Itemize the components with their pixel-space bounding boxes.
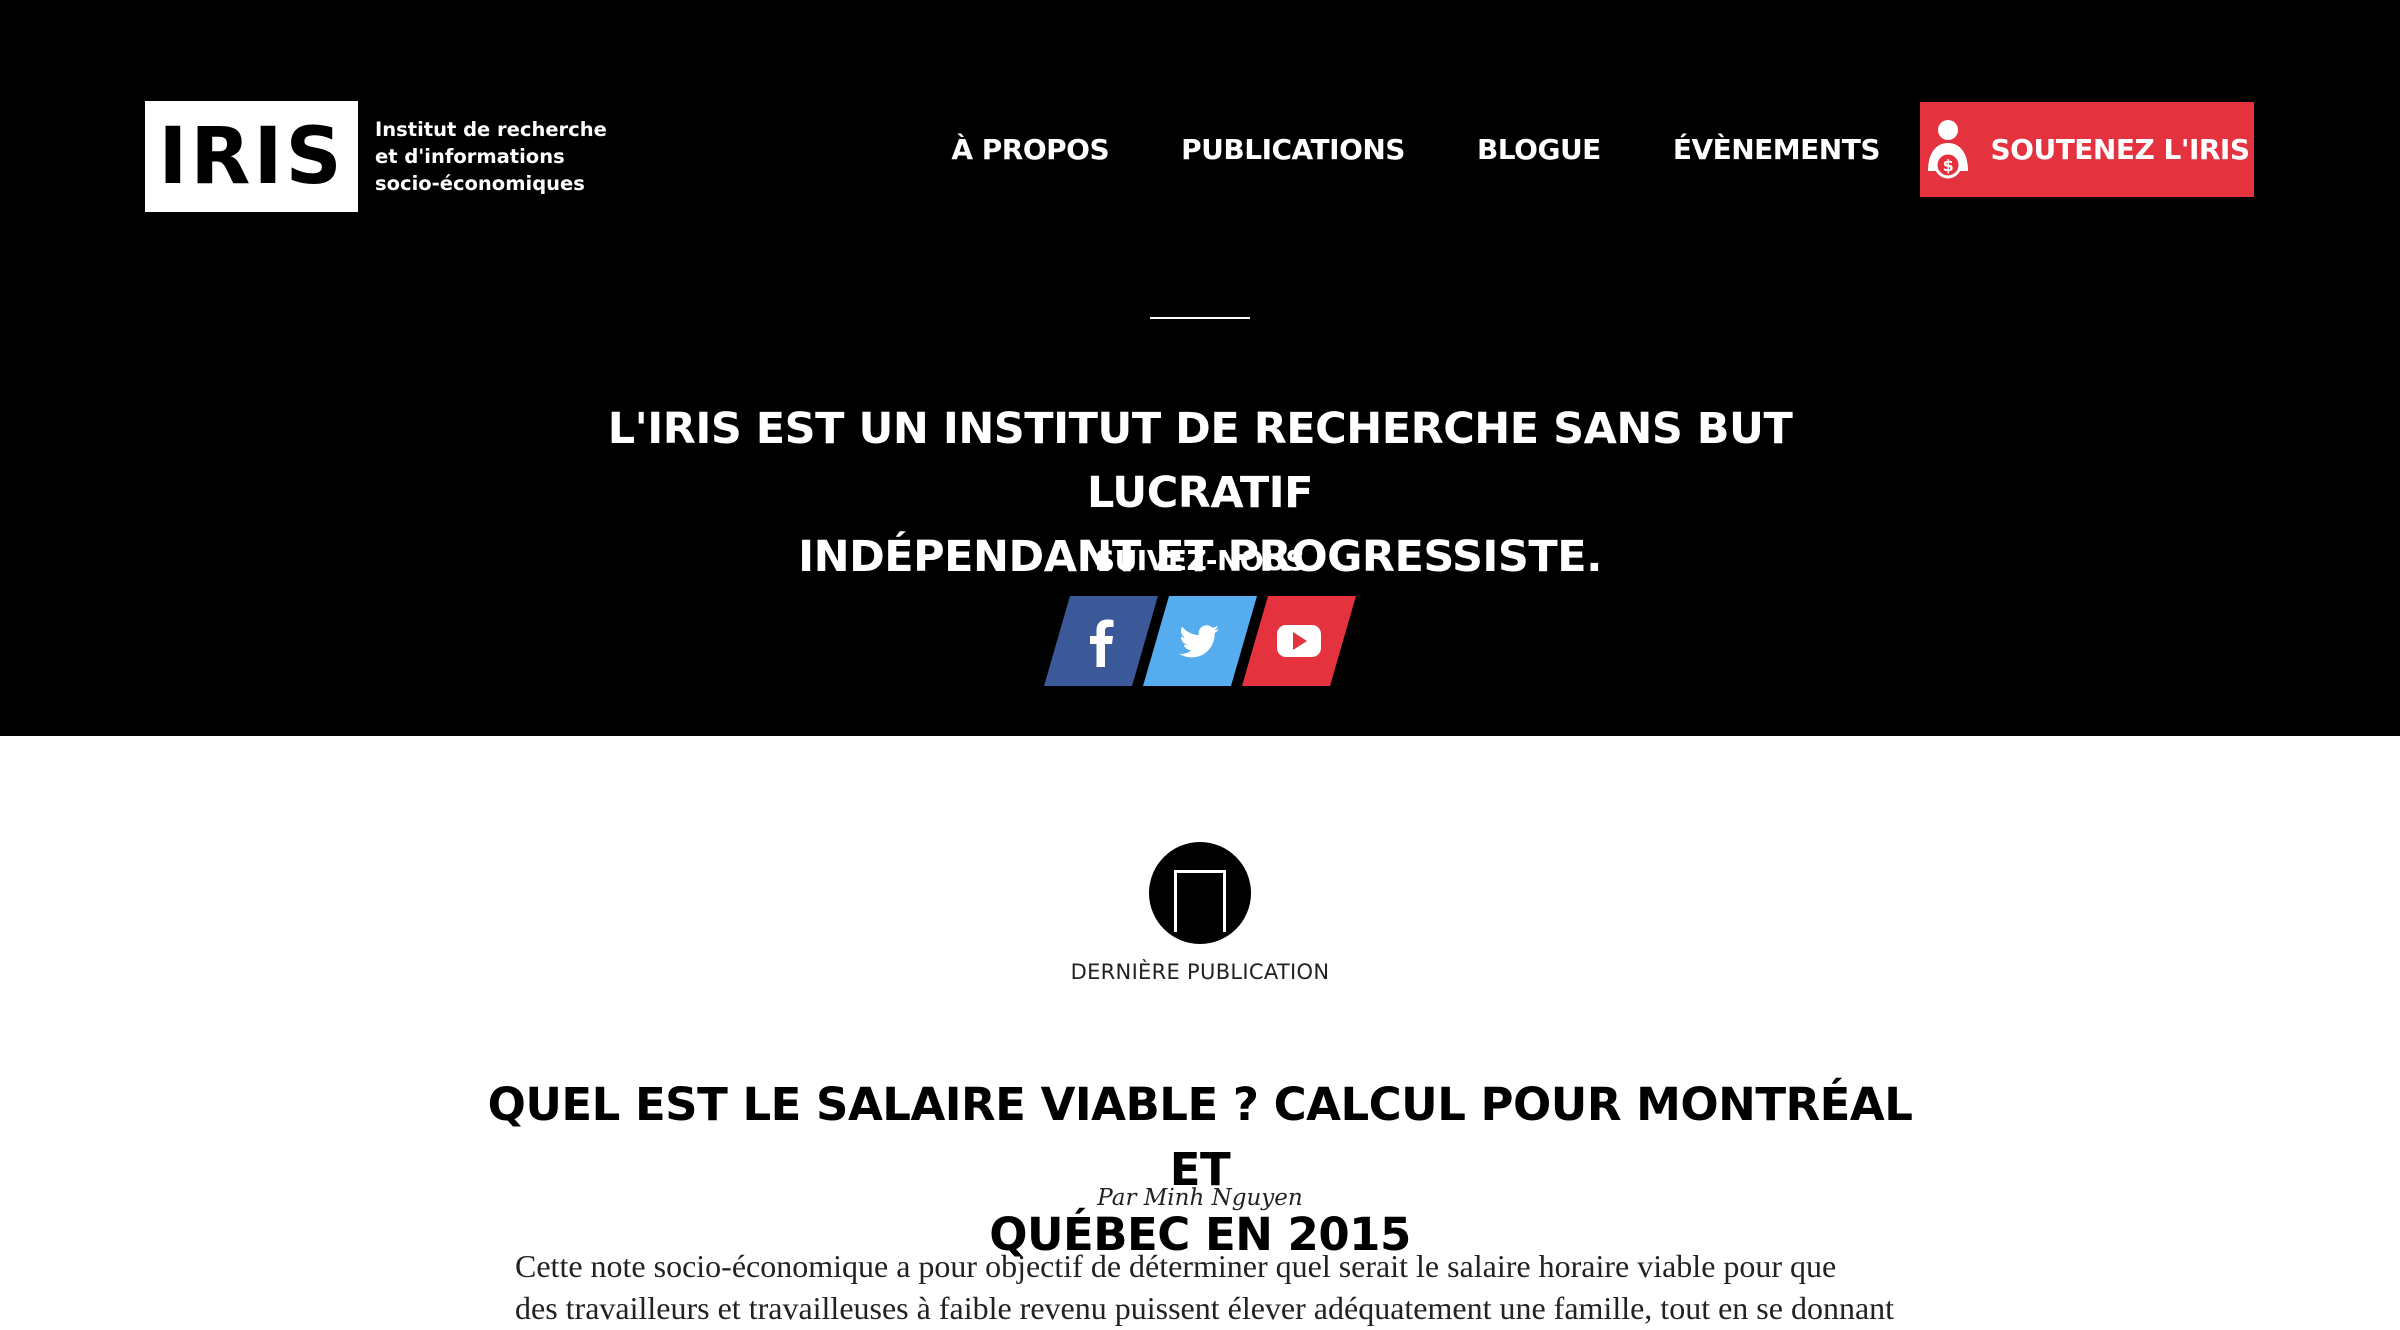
publication-excerpt: Cette note socio-économique a pour objec… bbox=[515, 1245, 1905, 1329]
excerpt-line: Cette note socio-économique a pour objec… bbox=[515, 1248, 1837, 1284]
main-nav: À PROPOS PUBLICATIONS BLOGUE ÉVÈNEMENTS … bbox=[951, 102, 2254, 197]
publication-title-line: QUEL EST LE SALAIRE VIABLE ? CALCUL POUR… bbox=[487, 1078, 1913, 1197]
logo-subtitle-line: Institut de recherche bbox=[375, 118, 607, 141]
tagline-line: L'IRIS EST UN INSTITUT DE RECHERCHE SANS… bbox=[607, 403, 1793, 518]
donate-button[interactable]: $ SOUTENEZ L'IRIS bbox=[1920, 102, 2254, 197]
follow-us-label: SUIVEZ-NOUS bbox=[1094, 544, 1306, 577]
logo-subtitle-line: et d'informations bbox=[375, 145, 565, 168]
svg-text:$: $ bbox=[1943, 156, 1954, 175]
nav-item-blogue[interactable]: BLOGUE bbox=[1477, 133, 1601, 166]
hero-header: IRIS Institut de recherche et d'informat… bbox=[0, 0, 2400, 736]
youtube-link[interactable] bbox=[1242, 596, 1356, 686]
social-links bbox=[1044, 596, 1356, 686]
youtube-icon bbox=[1242, 596, 1356, 686]
iris-logo-mark: IRIS bbox=[145, 101, 358, 212]
iris-logo-link[interactable]: IRIS Institut de recherche et d'informat… bbox=[145, 101, 607, 212]
iris-logo-subtitle: Institut de recherche et d'informations … bbox=[375, 116, 607, 197]
nav-item-publications[interactable]: PUBLICATIONS bbox=[1181, 133, 1405, 166]
nav-item-evenements[interactable]: ÉVÈNEMENTS bbox=[1673, 133, 1881, 166]
facebook-icon bbox=[1044, 596, 1158, 686]
publication-title-link[interactable]: QUEL EST LE SALAIRE VIABLE ? CALCUL POUR… bbox=[450, 1072, 1950, 1267]
twitter-icon bbox=[1143, 596, 1257, 686]
hero-divider bbox=[1150, 317, 1250, 319]
publication-author: Par Minh Nguyen bbox=[1097, 1185, 1303, 1211]
twitter-link[interactable] bbox=[1143, 596, 1257, 686]
nav-item-a-propos[interactable]: À PROPOS bbox=[951, 133, 1109, 166]
person-with-coin-icon: $ bbox=[1928, 119, 1969, 178]
logo-subtitle-line: socio-économiques bbox=[375, 172, 585, 195]
publication-door-icon bbox=[1149, 842, 1251, 944]
latest-publication-label: DERNIÈRE PUBLICATION bbox=[1070, 960, 1330, 984]
donate-label: SOUTENEZ L'IRIS bbox=[1990, 133, 2250, 166]
excerpt-line: des travailleurs et travailleuses à faib… bbox=[515, 1290, 1895, 1326]
facebook-link[interactable] bbox=[1044, 596, 1158, 686]
